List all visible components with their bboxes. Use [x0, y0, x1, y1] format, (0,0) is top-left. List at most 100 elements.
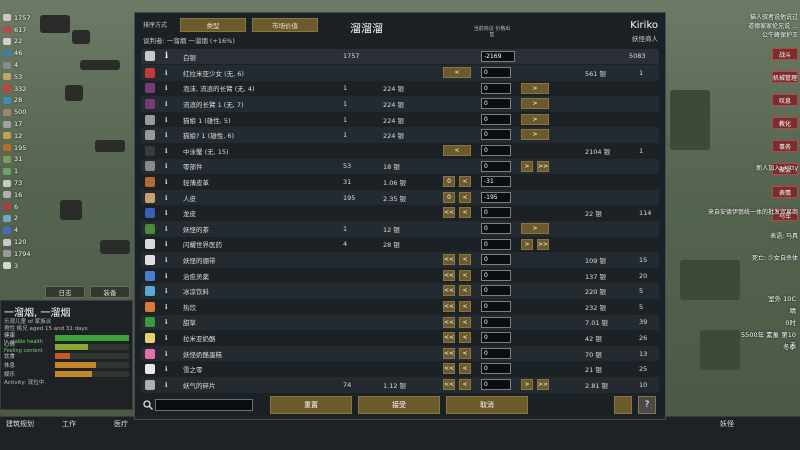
- info-icon[interactable]: i: [165, 299, 167, 315]
- colonist-panel[interactable]: 一溜烟, 一溜烟 乐观儿童 of 家族派 男性 桃兄 aged 15 and 3…: [0, 300, 133, 410]
- trade-row[interactable]: i 龙皮 << <0 22 银 114: [141, 205, 659, 221]
- info-icon[interactable]: i: [165, 81, 167, 97]
- move-right-button[interactable]: >: [521, 113, 549, 125]
- move-all-left-button[interactable]: <<: [443, 332, 455, 344]
- search-input[interactable]: [155, 399, 253, 411]
- move-all-left-button[interactable]: <<: [443, 363, 455, 375]
- trade-row[interactable]: i 甜草 << <0 7.01 银 39: [141, 314, 659, 331]
- resource-item[interactable]: 31: [0, 154, 50, 166]
- move-right-button[interactable]: >: [521, 129, 549, 141]
- info-icon[interactable]: i: [165, 112, 167, 128]
- log-button[interactable]: 日志: [45, 286, 85, 298]
- trade-row[interactable]: i 中泳蟹 (无, 15) <0 2104 银 1: [141, 143, 659, 159]
- quantity-field[interactable]: 0: [481, 98, 511, 110]
- move-all-right-button[interactable]: >>: [537, 238, 549, 250]
- resource-item[interactable]: 17: [0, 118, 50, 130]
- move-all-right-button[interactable]: >>: [537, 379, 549, 390]
- caravan-icon[interactable]: [614, 396, 632, 414]
- trade-row[interactable]: i 雪之零 << <0 21 银 25: [141, 361, 659, 377]
- move-all-left-button[interactable]: <<: [443, 285, 455, 297]
- info-icon[interactable]: i: [165, 377, 167, 393]
- right-tab[interactable]: 表情: [772, 186, 798, 198]
- quantity-field[interactable]: 0: [481, 113, 511, 125]
- move-left-button[interactable]: <: [459, 301, 471, 312]
- move-left-button[interactable]: <: [459, 191, 471, 203]
- info-icon[interactable]: i: [165, 143, 167, 159]
- resource-item[interactable]: 4: [0, 224, 50, 236]
- quantity-field[interactable]: 0: [481, 160, 511, 172]
- quantity-field[interactable]: 0: [481, 67, 511, 78]
- move-left-button[interactable]: <: [443, 67, 471, 78]
- resource-item[interactable]: 332: [0, 83, 50, 95]
- resource-item[interactable]: 1: [0, 165, 50, 177]
- info-icon[interactable]: i: [165, 127, 167, 143]
- info-icon[interactable]: i: [165, 252, 167, 268]
- move-left-button[interactable]: <: [459, 254, 471, 266]
- tab-build[interactable]: 建筑规划: [6, 418, 34, 430]
- resource-item[interactable]: 1794: [0, 248, 50, 260]
- info-icon[interactable]: i: [165, 96, 167, 112]
- tab-medical[interactable]: 医疗: [114, 418, 128, 430]
- trade-row[interactable]: i 流浪的长臂 1 (无, 7) 1 224 银 0 >: [141, 96, 659, 112]
- trade-row[interactable]: i 妖怪奶酪蛋糕 << <0 70 银 13: [141, 345, 659, 362]
- move-left-button[interactable]: <: [459, 363, 471, 375]
- reset-zero-button[interactable]: 0: [443, 191, 455, 203]
- resource-item[interactable]: 6: [0, 201, 50, 213]
- right-tab[interactable]: 教化: [772, 117, 798, 129]
- trade-row[interactable]: i 热饮 << <0 232 银5: [141, 299, 659, 315]
- right-tab[interactable]: 叹息: [772, 94, 798, 106]
- trade-row[interactable]: i 零部件 53 18 银 0 > >>: [141, 158, 659, 175]
- trade-row[interactable]: i 猫娘? 1 (雄性, 6) 1 224 银 0 >: [141, 127, 659, 143]
- move-left-button[interactable]: <: [459, 285, 471, 297]
- info-icon[interactable]: i: [165, 159, 167, 175]
- move-right-button[interactable]: >: [521, 98, 549, 110]
- move-left-button[interactable]: <: [443, 145, 471, 156]
- notice-message[interactable]: 来自安德伊翁统一体的批发贸易商: [708, 207, 798, 216]
- info-icon[interactable]: i: [165, 65, 167, 81]
- info-icon[interactable]: i: [165, 330, 167, 346]
- resource-item[interactable]: 22: [0, 36, 50, 48]
- resource-item[interactable]: 4: [0, 59, 50, 71]
- quantity-field[interactable]: 0: [481, 238, 511, 250]
- quantity-field[interactable]: -195: [481, 191, 511, 203]
- notice-message[interactable]: 新人加入: Kitty: [756, 163, 798, 172]
- quantity-field[interactable]: 0: [481, 332, 511, 344]
- move-all-left-button[interactable]: <<: [443, 316, 455, 328]
- resource-item[interactable]: 28: [0, 95, 50, 107]
- move-right-button[interactable]: >: [521, 82, 549, 94]
- move-right-button[interactable]: >: [521, 223, 549, 234]
- resource-item[interactable]: 2: [0, 213, 50, 225]
- right-tab[interactable]: 机械管理: [772, 71, 798, 83]
- quantity-field[interactable]: 0: [481, 254, 511, 266]
- notice-message[interactable]: 死亡: 少女自杀体: [752, 253, 798, 262]
- info-icon[interactable]: i: [165, 346, 167, 362]
- reset-button[interactable]: 重置: [270, 396, 352, 414]
- quantity-field[interactable]: 0: [481, 207, 511, 219]
- tab-work[interactable]: 工作: [62, 418, 76, 430]
- sort-market-button[interactable]: 市场价值: [252, 18, 318, 32]
- gear-button[interactable]: 装备: [90, 286, 130, 298]
- move-all-left-button[interactable]: <<: [443, 347, 455, 359]
- trade-row[interactable]: i 红拉米亚少女 (无, 6) <0 561 银 1: [141, 65, 659, 81]
- move-all-right-button[interactable]: >>: [537, 160, 549, 172]
- trade-row[interactable]: i 轻薄皮革 31 1.06 银 0 < -31: [141, 174, 659, 190]
- move-left-button[interactable]: <: [459, 332, 471, 344]
- resource-item[interactable]: 1757: [0, 12, 50, 24]
- quantity-field[interactable]: 0: [481, 316, 511, 328]
- trade-row[interactable]: i 泡沫, 流浪的长臂 (无, 4) 1 224 银 0 >: [141, 81, 659, 97]
- resource-item[interactable]: 46: [0, 47, 50, 59]
- info-icon[interactable]: i: [165, 190, 167, 206]
- quantity-field[interactable]: 0: [481, 363, 511, 375]
- info-icon[interactable]: i: [165, 283, 167, 299]
- move-left-button[interactable]: <: [459, 316, 471, 328]
- quantity-field[interactable]: 0: [481, 145, 511, 156]
- info-icon[interactable]: i: [165, 205, 167, 221]
- help-icon[interactable]: ?: [638, 396, 656, 414]
- info-icon[interactable]: i: [165, 237, 167, 253]
- trade-row[interactable]: i 冰凉饮料 << <0 220 银5: [141, 283, 659, 299]
- info-icon[interactable]: i: [165, 50, 168, 60]
- quantity-field[interactable]: -31: [481, 176, 511, 188]
- move-right-button[interactable]: >: [521, 160, 533, 172]
- tab-strange[interactable]: 妖怪: [720, 418, 734, 430]
- quantity-field[interactable]: 0: [481, 285, 511, 297]
